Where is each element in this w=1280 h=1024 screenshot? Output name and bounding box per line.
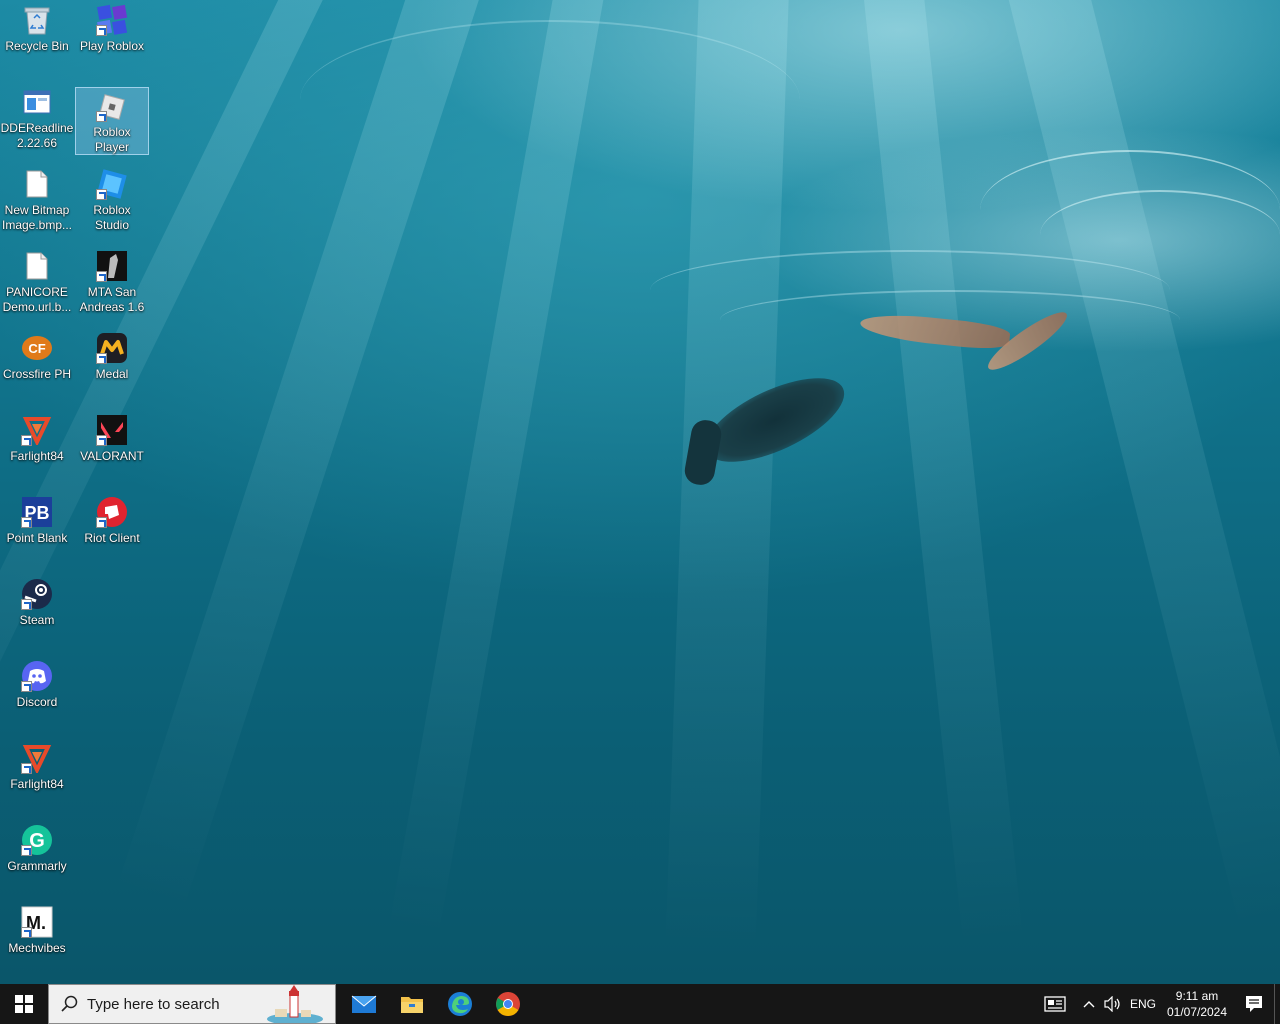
riot-client-icon <box>96 496 128 528</box>
svg-text:CF: CF <box>28 341 45 356</box>
icon-label: Farlight84 <box>10 777 64 791</box>
notification-icon <box>1246 996 1262 1012</box>
windows-logo-icon <box>15 995 33 1013</box>
file-icon <box>21 168 53 200</box>
search-icon <box>61 995 78 1012</box>
desktop-icon-play-roblox[interactable]: Play Roblox <box>75 0 149 78</box>
file-explorer-icon <box>401 997 423 1013</box>
search-box[interactable]: Type here to search <box>48 984 336 1024</box>
system-tray: ENG 9:11 am 01/07/2024 <box>1032 984 1280 1024</box>
desktop-icon-panicore[interactable]: PANICORE Demo.url.b... <box>0 246 74 324</box>
steam-icon <box>21 578 53 610</box>
desktop-icon-mta[interactable]: MTA San Andreas 1.6 <box>75 246 149 324</box>
roblox-icon <box>96 4 128 36</box>
taskbar-mail[interactable] <box>340 984 388 1024</box>
desktop-icon-valorant[interactable]: VALORANT <box>75 410 149 488</box>
edge-icon <box>448 992 472 1016</box>
icon-label: DDEReadline 2.22.66 <box>0 121 74 150</box>
lighthouse-highlight-icon <box>267 985 323 1023</box>
file-icon <box>21 250 53 282</box>
icon-label: Recycle Bin <box>5 39 69 53</box>
roblox-player-icon <box>96 92 128 122</box>
icon-label: Farlight84 <box>10 449 64 463</box>
icon-label: Play Roblox <box>79 39 145 53</box>
icon-label: Crossfire PH <box>2 367 71 381</box>
notifications-button[interactable] <box>1234 984 1274 1024</box>
desktop-icon-grammarly[interactable]: G Grammarly <box>0 820 74 898</box>
desktop-icon-medal[interactable]: Medal <box>75 328 149 406</box>
crossfire-icon: CF <box>21 332 53 364</box>
mechvibes-icon: M. <box>21 906 53 938</box>
icon-label: VALORANT <box>80 449 144 463</box>
desktop-icon-new-bitmap[interactable]: New Bitmap Image.bmp... <box>0 164 74 242</box>
icon-label: Point Blank <box>6 531 68 545</box>
taskbar-edge[interactable] <box>436 984 484 1024</box>
discord-icon <box>21 660 53 692</box>
desktop-icon-point-blank[interactable]: PB Point Blank <box>0 492 74 570</box>
news-widget-button[interactable] <box>1032 984 1078 1024</box>
desktop-icon-farlight84[interactable]: Farlight84 <box>0 410 74 488</box>
desktop-icon-farlight84-2[interactable]: Farlight84 <box>0 738 74 816</box>
desktop-icon-mechvibes[interactable]: M. Mechvibes <box>0 902 74 980</box>
speaker-icon <box>1104 996 1120 1012</box>
icon-label: PANICORE Demo.url.b... <box>2 285 72 314</box>
desktop-icon-riot-client[interactable]: Riot Client <box>75 492 149 570</box>
taskbar-chrome[interactable] <box>484 984 532 1024</box>
grammarly-icon: G <box>21 824 53 856</box>
taskbar: Type here to search ENG 9:11 am 01/07/20… <box>0 984 1280 1024</box>
icon-label: Mechvibes <box>8 941 66 955</box>
icon-label: Grammarly <box>7 859 67 873</box>
volume-button[interactable] <box>1100 984 1126 1024</box>
taskbar-file-explorer[interactable] <box>388 984 436 1024</box>
window-app-icon <box>21 86 53 118</box>
icon-label: Steam <box>19 613 55 627</box>
clock[interactable]: 9:11 am 01/07/2024 <box>1160 984 1234 1024</box>
language-indicator[interactable]: ENG <box>1126 984 1160 1024</box>
clock-date: 01/07/2024 <box>1166 1005 1228 1019</box>
desktop-icon-crossfire[interactable]: CF Crossfire PH <box>0 328 74 406</box>
show-hidden-icons-button[interactable] <box>1078 984 1100 1024</box>
icon-label: New Bitmap Image.bmp... <box>1 203 73 232</box>
start-button[interactable] <box>0 984 48 1024</box>
icon-label: MTA San Andreas 1.6 <box>79 285 145 314</box>
desktop-icon-discord[interactable]: Discord <box>0 656 74 734</box>
roblox-studio-icon <box>96 168 128 200</box>
desktop-icon-steam[interactable]: Steam <box>0 574 74 652</box>
icon-label: Riot Client <box>84 531 140 545</box>
mail-icon <box>351 995 377 1013</box>
icon-label: Medal <box>95 367 129 381</box>
chrome-icon <box>496 992 520 1017</box>
valorant-icon <box>96 414 128 446</box>
show-desktop-button[interactable] <box>1274 984 1280 1024</box>
icon-label: Discord <box>16 695 58 709</box>
desktop-icon-ddereadline[interactable]: DDEReadline 2.22.66 <box>0 82 74 160</box>
desktop-icon-recycle-bin[interactable]: Recycle Bin <box>0 0 74 78</box>
medal-icon <box>96 332 128 364</box>
desktop-icon-roblox-player[interactable]: Roblox Player <box>75 87 149 155</box>
icon-label: Roblox Player <box>93 125 131 154</box>
desktop-wallpaper <box>0 0 1280 984</box>
recycle-bin-icon <box>21 4 53 36</box>
point-blank-icon: PB <box>21 496 53 528</box>
mta-icon <box>96 250 128 282</box>
desktop-icon-roblox-studio[interactable]: Roblox Studio <box>75 164 149 242</box>
farlight-icon <box>21 742 53 774</box>
farlight-icon <box>21 414 53 446</box>
search-placeholder: Type here to search <box>87 995 220 1013</box>
clock-time: 9:11 am <box>1175 989 1219 1003</box>
icon-label: Roblox Studio <box>93 203 131 232</box>
news-icon <box>1044 996 1066 1012</box>
chevron-up-icon <box>1083 1001 1095 1008</box>
